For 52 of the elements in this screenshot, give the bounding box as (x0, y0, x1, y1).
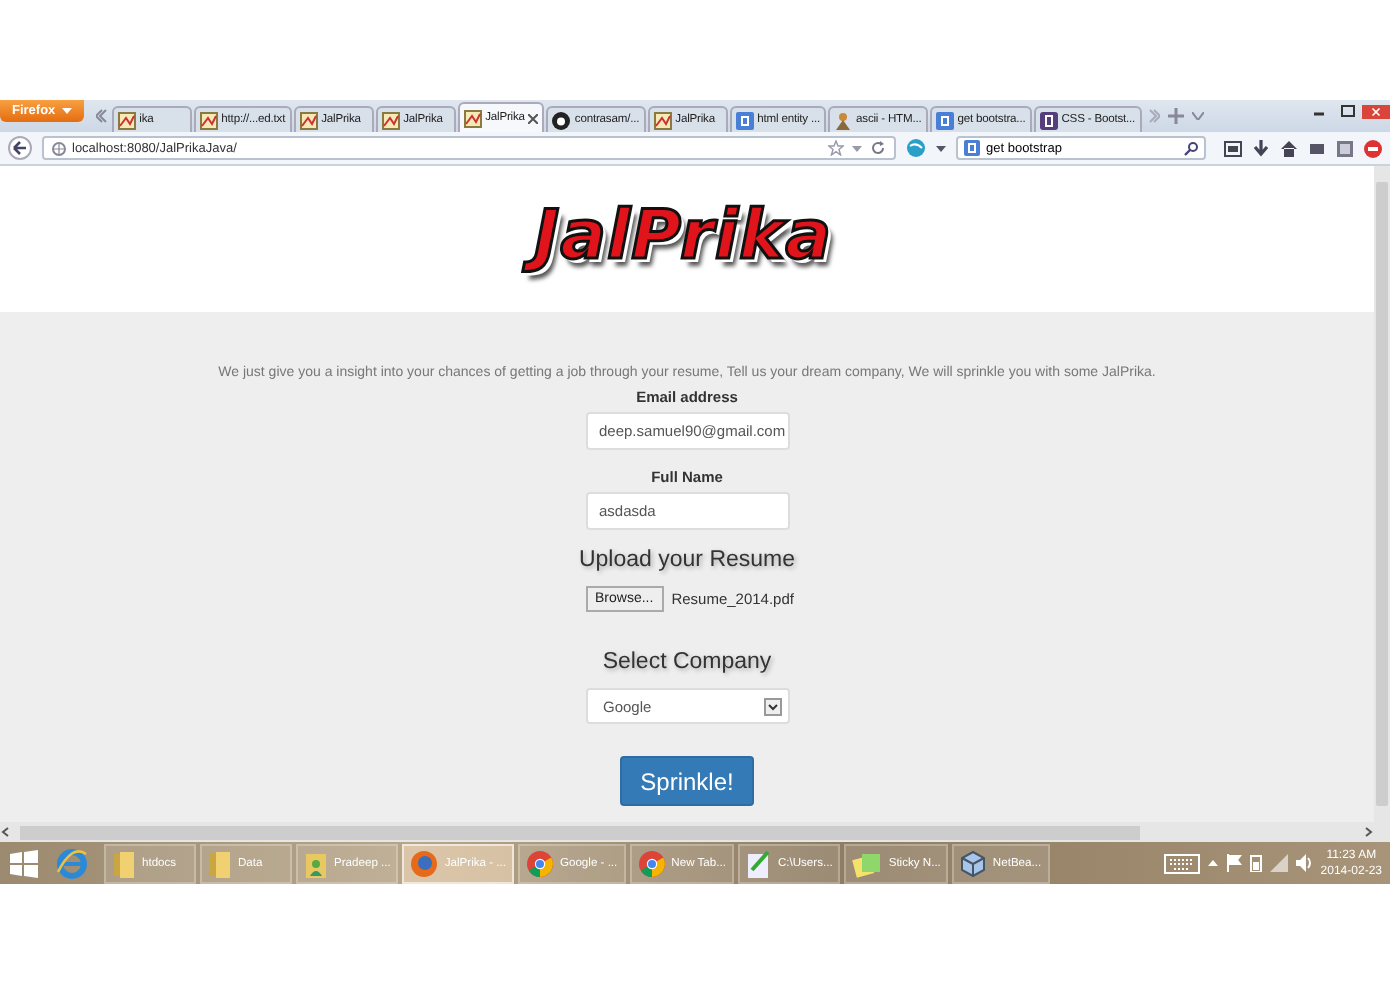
caret-icon (61, 108, 72, 114)
reload-icon[interactable] (870, 140, 886, 156)
search-icon[interactable] (1184, 141, 1198, 155)
stop-sign-icon[interactable] (1364, 139, 1382, 157)
speaker-icon[interactable] (1296, 854, 1313, 872)
caret-up-icon[interactable] (1208, 860, 1219, 866)
download-arrow-icon[interactable] (1252, 139, 1270, 157)
chevron-right-icon[interactable] (1147, 108, 1160, 124)
folder-icon (208, 849, 232, 877)
star-icon[interactable] (828, 140, 844, 156)
close-icon[interactable] (528, 113, 539, 123)
screen-icon[interactable] (1336, 139, 1354, 157)
logo: JalPrika (525, 191, 849, 287)
chrome-circle-icon (637, 849, 666, 877)
picture-icon (653, 111, 672, 129)
sticky-notes-icon (852, 849, 883, 877)
scroll-right-icon[interactable] (1362, 826, 1374, 838)
caret-icon[interactable] (936, 145, 946, 151)
bookmark-menu-icon[interactable] (1224, 139, 1242, 157)
picture-icon (299, 111, 318, 129)
scroll-left-icon[interactable] (0, 826, 12, 838)
picture-icon (463, 109, 482, 127)
square-icon (1039, 111, 1058, 129)
keyboard-icon[interactable] (1164, 853, 1201, 873)
folder-icon (304, 849, 328, 877)
signal-icon[interactable] (1270, 854, 1289, 872)
horizontal-scrollbar[interactable] (20, 825, 1140, 839)
square-icon (964, 140, 980, 156)
sprinkle-button[interactable]: Sprinkle! (620, 756, 754, 806)
plus-icon[interactable] (1167, 108, 1184, 124)
section-heading: Select Company (602, 650, 772, 674)
dropdown-arrow-icon[interactable] (763, 697, 781, 715)
picture-icon (117, 111, 136, 129)
internet-explorer-icon[interactable] (56, 847, 88, 879)
section-heading: Upload your Resume (578, 548, 796, 572)
flag-icon[interactable] (1226, 854, 1243, 872)
square-icon (935, 111, 954, 129)
chrome-circle-icon (525, 849, 554, 877)
square-icon (735, 111, 754, 129)
windows-start-icon[interactable] (8, 849, 40, 877)
caret-icon[interactable] (852, 145, 862, 151)
folder-icon (112, 849, 136, 877)
home-icon[interactable] (1280, 139, 1298, 157)
chevron-left-icon[interactable] (95, 108, 108, 124)
back-arrow-icon[interactable] (8, 136, 32, 160)
figure-icon (834, 111, 853, 129)
vertical-scrollbar[interactable] (1374, 166, 1390, 822)
cube-icon (960, 849, 987, 877)
battery-icon[interactable] (1250, 854, 1263, 872)
picture-icon (381, 111, 400, 129)
notepad-icon (745, 849, 772, 877)
picture-icon (199, 111, 218, 129)
